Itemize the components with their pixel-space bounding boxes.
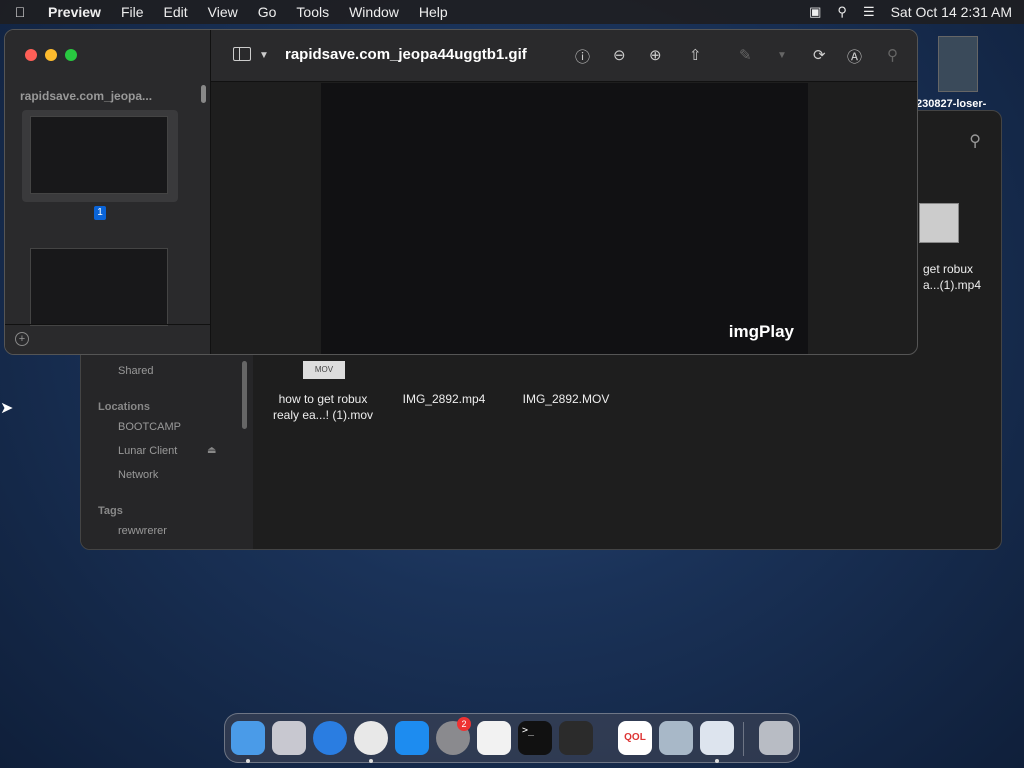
- running-indicator: [246, 759, 250, 763]
- mov-file-icon[interactable]: MOV: [303, 361, 345, 379]
- menu-bar:  Preview File Edit View Go Tools Window…: [0, 0, 1024, 24]
- dock-textedit-icon[interactable]: [477, 721, 511, 755]
- dock-app-store-icon[interactable]: [395, 721, 429, 755]
- zoom-in-icon[interactable]: ⊕: [649, 46, 662, 64]
- share-icon[interactable]: ⇧: [689, 46, 702, 64]
- menu-app-name[interactable]: Preview: [48, 4, 101, 20]
- menu-tools[interactable]: Tools: [296, 4, 329, 20]
- menu-file[interactable]: File: [121, 4, 144, 20]
- page-thumbnail-2[interactable]: [30, 248, 168, 326]
- menu-edit[interactable]: Edit: [164, 4, 188, 20]
- add-icon[interactable]: +: [15, 332, 29, 346]
- tags-heading: Tags: [98, 505, 123, 517]
- running-indicator: [715, 759, 719, 763]
- dock-safari-icon[interactable]: [313, 721, 347, 755]
- dock-qol-icon[interactable]: QOL: [618, 721, 652, 755]
- search-icon[interactable]: ⚲: [887, 46, 898, 64]
- sidebar-item-bootcamp[interactable]: BOOTCAMP: [118, 421, 181, 433]
- info-icon[interactable]: ⓘ: [575, 46, 590, 67]
- sidebar-footer: +: [5, 324, 211, 354]
- locations-heading: Locations: [98, 401, 150, 413]
- file-item[interactable]: IMG_2892.mp4: [379, 391, 509, 407]
- menu-view[interactable]: View: [208, 4, 238, 20]
- control-center-icon[interactable]: ☰: [863, 4, 875, 20]
- notification-badge: 2: [457, 717, 471, 731]
- desktop-file-label[interactable]: 230827-loser-: [916, 98, 986, 110]
- minimize-button[interactable]: [45, 49, 57, 61]
- dock-utility-icon[interactable]: [659, 721, 693, 755]
- preview-window: rapidsave.com_jeopa... 1 + ▼ rapidsave.c…: [4, 29, 918, 355]
- dock-finder-icon[interactable]: [231, 721, 265, 755]
- zoom-button[interactable]: [65, 49, 77, 61]
- page-number-badge: 1: [94, 206, 106, 220]
- preview-sidebar: rapidsave.com_jeopa... 1 +: [5, 30, 211, 354]
- window-title: rapidsave.com_jeopa44uggtb1.gif: [285, 46, 527, 63]
- sidebar-toggle-icon[interactable]: [233, 47, 251, 61]
- dock-separator: [743, 722, 744, 756]
- markup-pen-icon[interactable]: ✎: [739, 46, 752, 64]
- desktop-file-thumbnail[interactable]: [938, 36, 978, 92]
- screen-mirroring-icon[interactable]: ▣: [809, 4, 821, 20]
- finder-search-icon[interactable]: ⚲: [969, 131, 981, 151]
- menu-go[interactable]: Go: [258, 4, 277, 20]
- mouse-cursor-icon: ➤: [0, 400, 14, 417]
- dock-chrome-icon[interactable]: [354, 721, 388, 755]
- dock-trash-icon[interactable]: [759, 721, 793, 755]
- file-item[interactable]: how to get robux realy ea...! (1).mov: [258, 391, 388, 423]
- sidebar-document-title: rapidsave.com_jeopa...: [20, 89, 153, 103]
- rotate-icon[interactable]: ⟳: [813, 46, 826, 64]
- dock: 2 >_ QOL: [224, 713, 800, 763]
- sidebar-item-shared[interactable]: Shared: [118, 365, 153, 377]
- zoom-out-icon[interactable]: ⊖: [613, 46, 626, 64]
- sidebar-item-tag[interactable]: rewwrerer: [118, 525, 167, 537]
- watermark-logo: imgPlay: [728, 322, 794, 341]
- spotlight-search-icon[interactable]: ⚲: [837, 4, 847, 20]
- file-item[interactable]: IMG_2892.MOV: [501, 391, 631, 407]
- apple-menu-icon[interactable]: : [12, 4, 28, 20]
- dock-preview-icon[interactable]: [700, 721, 734, 755]
- preview-toolbar: ▼ rapidsave.com_jeopa44uggtb1.gif ⓘ ⊖ ⊕ …: [211, 30, 917, 82]
- chevron-down-icon[interactable]: ▼: [777, 50, 787, 61]
- finder-sidebar-scrollbar[interactable]: [242, 361, 247, 429]
- dock-lunar-client-icon[interactable]: [559, 721, 593, 755]
- menu-bar-clock[interactable]: Sat Oct 14 2:31 AM: [891, 4, 1012, 20]
- menu-window[interactable]: Window: [349, 4, 399, 20]
- menu-help[interactable]: Help: [419, 4, 448, 20]
- dock-launchpad-icon[interactable]: [272, 721, 306, 755]
- close-button[interactable]: [25, 49, 37, 61]
- file-thumbnail[interactable]: [919, 203, 959, 243]
- sidebar-item-network[interactable]: Network: [118, 469, 158, 481]
- image-viewer[interactable]: imgPlay: [321, 83, 808, 354]
- page-thumbnail-1[interactable]: [30, 116, 168, 194]
- running-indicator: [369, 759, 373, 763]
- eject-icon[interactable]: ⏏: [207, 445, 216, 456]
- sidebar-scrollbar[interactable]: [201, 85, 206, 103]
- markup-icon[interactable]: Ⓐ: [847, 46, 862, 67]
- dock-terminal-icon[interactable]: >_: [518, 721, 552, 755]
- chevron-down-icon[interactable]: ▼: [259, 50, 269, 61]
- file-item-label[interactable]: get robux a...(1).mp4: [923, 261, 981, 293]
- sidebar-item-lunar-client[interactable]: Lunar Client: [118, 445, 177, 457]
